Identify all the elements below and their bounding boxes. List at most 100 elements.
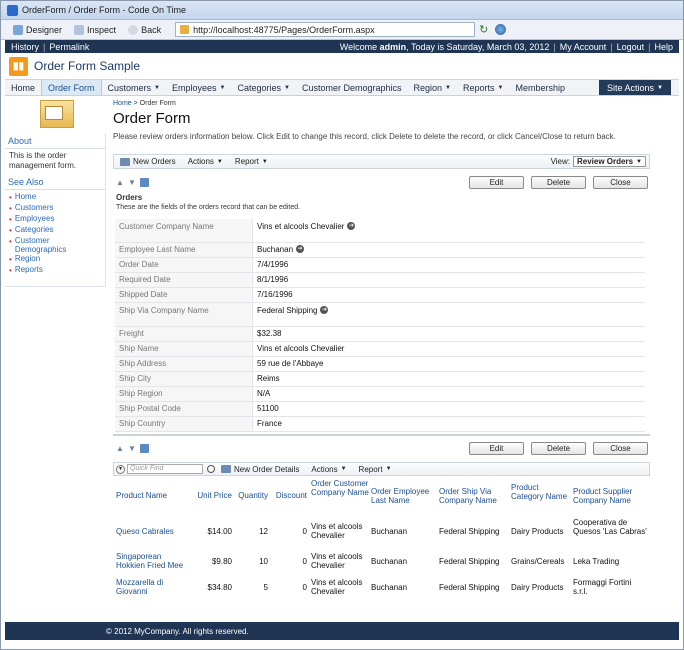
actions-menu[interactable]: Actions ▼	[182, 157, 229, 166]
field-label: Employee Last Name	[115, 243, 253, 257]
see-also-link-home[interactable]: • Home	[9, 192, 105, 203]
field-label: Ship City	[115, 372, 253, 386]
divider	[113, 434, 650, 436]
see-also-link-employees[interactable]: • Employees	[9, 214, 105, 225]
see-also-link-reports[interactable]: • Reports	[9, 265, 105, 276]
chevron-down-icon[interactable]: ▼	[116, 464, 125, 474]
back-arrow-icon	[128, 24, 139, 35]
field-value-text: Federal Shipping	[257, 306, 318, 315]
menu-item-categories[interactable]: Categories ▼	[231, 80, 295, 95]
permalink-link[interactable]: Permalink	[49, 42, 89, 52]
field-label: Ship Address	[115, 357, 253, 371]
new-order-details-button[interactable]: New Order Details	[215, 465, 305, 474]
print-icon[interactable]	[140, 178, 149, 187]
column-header[interactable]: Quantity	[234, 491, 268, 500]
record-nav: ▲ ▼	[116, 178, 149, 187]
field-label: Customer Company Name	[115, 219, 253, 242]
edit-button-bottom[interactable]: Edit	[469, 442, 524, 455]
column-header[interactable]: Discount	[271, 491, 307, 500]
designer-icon	[13, 24, 23, 35]
globe-icon[interactable]	[495, 24, 507, 35]
column-header[interactable]: Unit Price	[193, 491, 232, 500]
field-label: Ship Country	[115, 417, 253, 431]
back-button[interactable]: Back	[124, 24, 165, 36]
inspect-button[interactable]: Inspect	[70, 24, 120, 36]
menu-item-order-form[interactable]: Order Form	[41, 80, 102, 95]
column-header[interactable]: Product Name	[116, 491, 192, 500]
menu-item-employees[interactable]: Employees ▼	[166, 80, 231, 95]
see-also-link-categories[interactable]: • Categories	[9, 225, 105, 236]
new-record-icon	[221, 465, 231, 473]
link-label: Home	[14, 192, 37, 201]
close-button-bottom[interactable]: Close	[593, 442, 648, 455]
column-header[interactable]: Order Employee Last Name	[371, 487, 437, 505]
navigate-arrow-icon[interactable]: ➔	[347, 222, 356, 230]
link-label: Reports	[14, 265, 43, 274]
column-header[interactable]: Product Supplier Company Name	[573, 487, 648, 505]
previous-record-icon[interactable]: ▲	[116, 444, 124, 453]
field-value: 8/1/1996	[253, 273, 645, 287]
product-name-link[interactable]: Queso Cabrales	[116, 527, 192, 536]
field-value: 59 rue de l'Abbaye	[253, 357, 645, 371]
field-label: Required Date	[115, 273, 253, 287]
menu-item-region[interactable]: Region ▼	[408, 80, 457, 95]
grid-action-bar: ▼ Quick Find New Order Details Actions ▼ …	[113, 462, 650, 476]
delete-button[interactable]: Delete	[531, 176, 586, 189]
print-icon[interactable]	[140, 444, 149, 453]
menu-item-reports[interactable]: Reports ▼	[457, 80, 509, 95]
column-header[interactable]: Product Category Name	[511, 483, 571, 501]
report-menu[interactable]: Report ▼	[229, 157, 274, 166]
column-header[interactable]: Order Customer Company Name	[311, 479, 369, 497]
navigate-arrow-icon[interactable]: ➔	[320, 306, 329, 314]
site-actions-button[interactable]: Site Actions ▼	[599, 80, 671, 95]
menu-item-customers[interactable]: Customers ▼	[102, 80, 166, 95]
column-header[interactable]: Order Ship Via Company Name	[439, 487, 509, 505]
see-also-link-customers[interactable]: • Customers	[9, 203, 105, 214]
grid-actions-menu[interactable]: Actions ▼	[305, 465, 352, 474]
form-row: Freight $32.38	[115, 327, 645, 342]
grid-cell: 0	[302, 557, 307, 566]
quick-find-input[interactable]: Quick Find	[127, 464, 203, 474]
delete-button-bottom[interactable]: Delete	[531, 442, 586, 455]
search-icon[interactable]	[207, 465, 215, 473]
grid-cell: 5	[263, 583, 268, 592]
my-account-link[interactable]: My Account	[560, 42, 607, 52]
close-button[interactable]: Close	[593, 176, 648, 189]
product-name-link[interactable]: Mozzarella di Giovanni	[116, 578, 192, 596]
logout-link[interactable]: Logout	[617, 42, 645, 52]
chevron-down-icon: ▼	[497, 84, 504, 91]
actions-label: Actions	[187, 157, 214, 166]
new-orders-button[interactable]: New Orders	[114, 157, 182, 166]
designer-button[interactable]: Designer	[9, 24, 66, 36]
menu-item-customer-demographics[interactable]: Customer Demographics	[296, 80, 408, 95]
field-value-text: 51100	[257, 404, 279, 413]
field-value: Federal Shipping ➔	[253, 303, 645, 326]
see-also-link-region[interactable]: • Region	[9, 254, 105, 265]
view-select[interactable]: Review Orders ▼	[573, 156, 646, 167]
grid-report-menu[interactable]: Report ▼	[353, 465, 398, 474]
breadcrumb-home[interactable]: Home	[113, 100, 132, 107]
menu-item-membership[interactable]: Membership	[509, 80, 571, 95]
breadcrumb: Home > Order Form	[113, 100, 653, 107]
edit-button[interactable]: Edit	[469, 176, 524, 189]
link-label: Employees	[14, 214, 55, 223]
help-link[interactable]: Help	[654, 42, 673, 52]
see-also-link-customer-demographics[interactable]: • Customer Demographics	[9, 236, 105, 254]
history-link[interactable]: History	[11, 42, 39, 52]
grid-cell: Dairy Products	[511, 583, 564, 592]
menu-label: Region	[413, 82, 443, 93]
navigate-arrow-icon[interactable]: ➔	[296, 245, 305, 253]
menu-label: Employees	[172, 82, 217, 93]
field-label: Ship Via Company Name	[115, 303, 253, 326]
refresh-icon[interactable]: ↻	[479, 24, 491, 36]
product-name-link[interactable]: Singaporean Hokkien Fried Mee	[116, 552, 192, 570]
next-record-icon[interactable]: ▼	[128, 444, 136, 453]
previous-record-icon[interactable]: ▲	[116, 178, 124, 187]
address-bar[interactable]: http://localhost:48775/Pages/OrderForm.a…	[175, 22, 476, 37]
grid-cell: Buchanan	[371, 527, 408, 536]
next-record-icon[interactable]: ▼	[128, 178, 136, 187]
bullet-icon: •	[9, 226, 12, 235]
field-label: Ship Postal Code	[115, 402, 253, 416]
menu-item-home[interactable]: Home	[5, 80, 41, 95]
form-row: Employee Last Name Buchanan ➔	[115, 243, 645, 258]
